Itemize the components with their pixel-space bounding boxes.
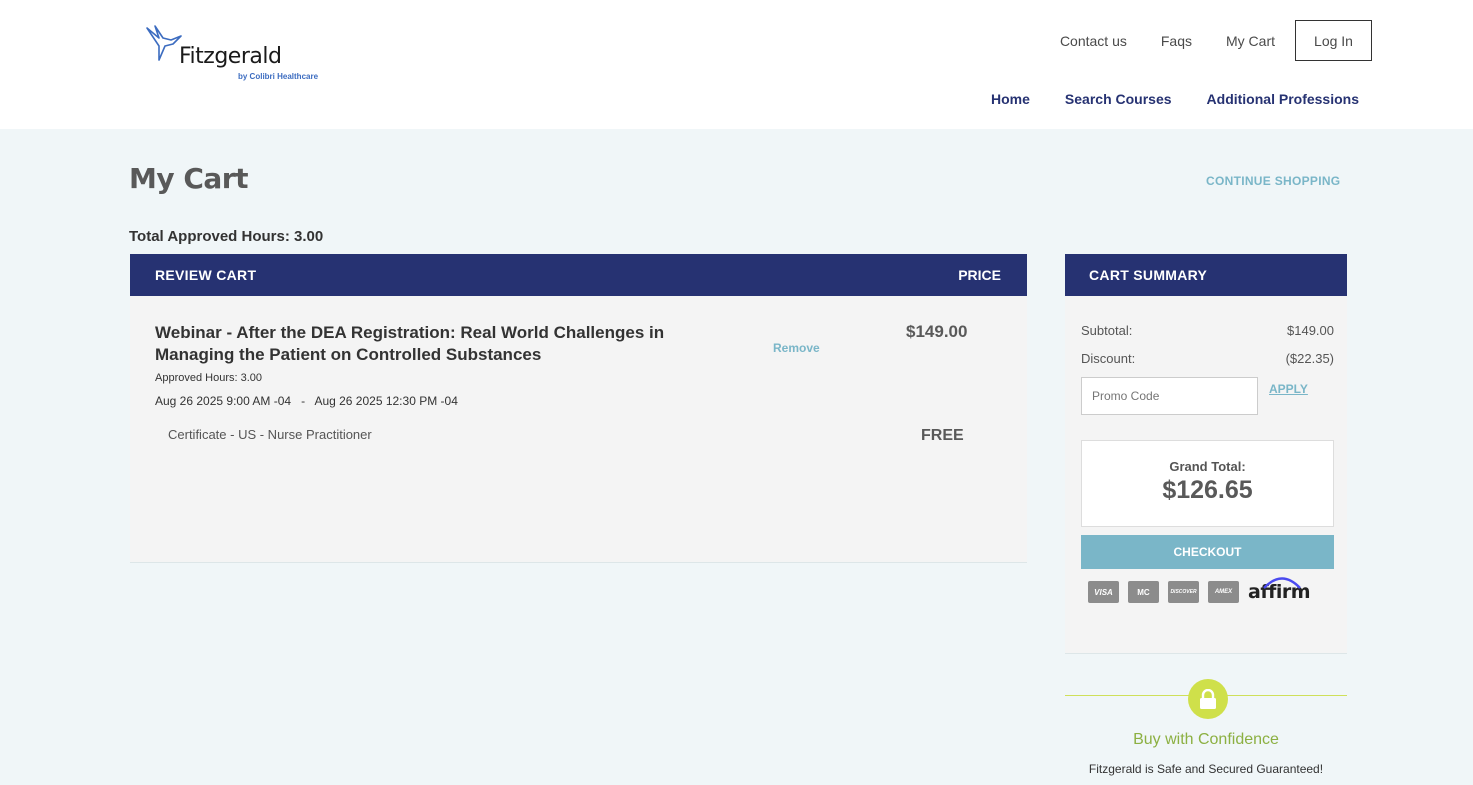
certificate-price: FREE — [921, 427, 964, 444]
lock-icon — [1188, 679, 1228, 719]
discount-label: Discount: — [1081, 351, 1136, 366]
item-approved-hours: Approved Hours: 3.00 — [155, 372, 263, 384]
confidence-subtitle: Fitzgerald is Safe and Secured Guarantee… — [1088, 762, 1324, 776]
remove-item-link[interactable]: Remove — [773, 341, 820, 355]
continue-shopping-link[interactable]: CONTINUE SHOPPING — [1206, 174, 1340, 188]
cart-item: Webinar - After the DEA Registration: Re… — [130, 296, 1027, 563]
login-button[interactable]: Log In — [1295, 20, 1372, 61]
checkout-button[interactable]: CHECKOUT — [1081, 535, 1334, 569]
nav-additional-professions[interactable]: Additional Professions — [1207, 91, 1359, 107]
page-title: My Cart — [129, 162, 249, 195]
item-dates: Aug 26 2025 9:00 AM -04 - Aug 26 2025 12… — [155, 394, 458, 408]
affirm-logo: affirm — [1248, 577, 1311, 603]
total-approved-hours: Total Approved Hours: 3.00 — [129, 228, 324, 245]
affirm-arc-icon — [1263, 577, 1301, 589]
padlock-glyph — [1200, 689, 1216, 709]
faqs-link[interactable]: Faqs — [1161, 33, 1192, 49]
cart-summary: Subtotal: $149.00 Discount: ($22.35) APP… — [1065, 296, 1347, 654]
fitzgerald-logo[interactable]: Fitzgerald by Colibri Healthcare — [145, 24, 325, 86]
discover-icon: DISCOVER — [1168, 581, 1199, 603]
cart-summary-label: CART SUMMARY — [1089, 267, 1208, 283]
top-links: Contact us Faqs My Cart Log In — [1026, 20, 1372, 61]
item-title[interactable]: Webinar - After the DEA Registration: Re… — [155, 322, 695, 366]
logo-subtitle: by Colibri Healthcare — [238, 72, 319, 81]
price-column-label: PRICE — [958, 267, 1001, 283]
subtotal-label: Subtotal: — [1081, 323, 1133, 338]
nav-home[interactable]: Home — [991, 91, 1030, 107]
review-cart-label: REVIEW CART — [155, 267, 257, 283]
item-price: $149.00 — [906, 322, 968, 341]
logo-wordmark: Fitzgerald — [179, 44, 282, 69]
grand-total-box: Grand Total: $126.65 — [1081, 440, 1334, 527]
discount-value: ($22.35) — [1285, 351, 1334, 366]
promo-code-input[interactable] — [1081, 377, 1258, 415]
discount-row: Discount: ($22.35) — [1081, 351, 1334, 366]
grand-total-label: Grand Total: — [1169, 459, 1246, 474]
confidence-title: Buy with Confidence — [1133, 731, 1279, 748]
apply-promo-link[interactable]: APPLY — [1269, 382, 1308, 396]
subtotal-value: $149.00 — [1287, 323, 1334, 338]
mastercard-icon: MC — [1128, 581, 1159, 603]
amex-icon: AMEX — [1208, 581, 1239, 603]
my-cart-link[interactable]: My Cart — [1226, 33, 1275, 49]
visa-icon: VISA — [1088, 581, 1119, 603]
subtotal-row: Subtotal: $149.00 — [1081, 323, 1334, 338]
contact-us-link[interactable]: Contact us — [1060, 33, 1127, 49]
main-nav: Home Search Courses Additional Professio… — [956, 91, 1359, 107]
nav-search-courses[interactable]: Search Courses — [1065, 91, 1172, 107]
certificate-label: Certificate - US - Nurse Practitioner — [168, 427, 372, 442]
grand-total-value: $126.65 — [1162, 476, 1253, 504]
site-header: Fitzgerald by Colibri Healthcare Contact… — [0, 0, 1473, 129]
payment-methods: VISA MC DISCOVER AMEX affirm — [1088, 577, 1311, 603]
review-cart-header: REVIEW CART PRICE — [130, 254, 1027, 296]
cart-summary-header: CART SUMMARY — [1065, 254, 1347, 296]
